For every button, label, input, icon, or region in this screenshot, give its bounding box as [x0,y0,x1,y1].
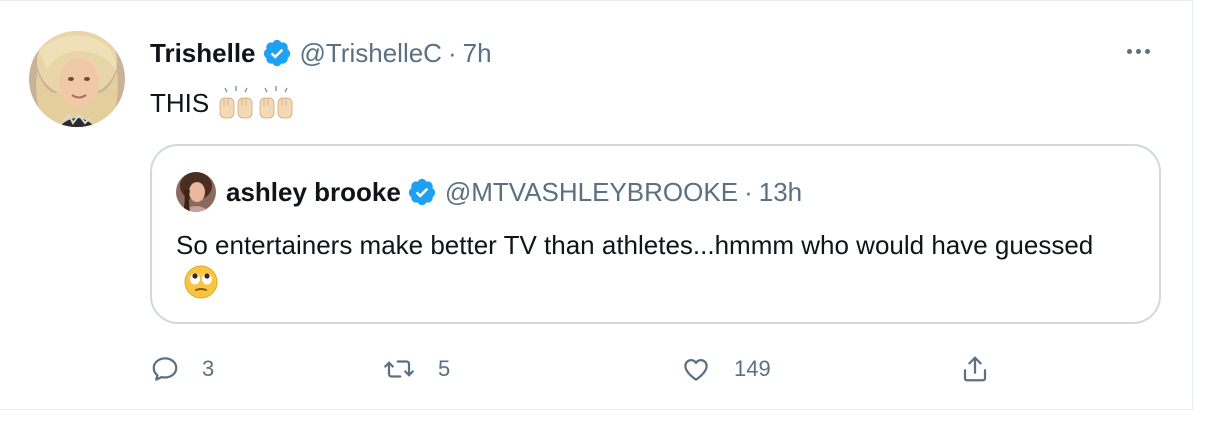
heart-icon [684,359,708,381]
author-avatar[interactable] [29,31,125,127]
separator-dot: · [744,176,753,207]
author-handle[interactable]: @TrishelleC [300,38,442,69]
quoted-author-avatar[interactable] [176,172,216,212]
retweet-icon [384,360,414,378]
quoted-tweet[interactable]: ashley brooke @MTVASHLEYBROOKE · 13h So … [150,144,1161,324]
share-button[interactable] [960,347,990,391]
quoted-tweet-body: So entertainers make better TV than athl… [176,230,1094,260]
share-icon [963,356,987,382]
quoted-tweet-timestamp[interactable]: 13h [759,177,802,208]
tweet-timestamp[interactable]: 7h [463,38,492,69]
reply-button[interactable]: 3 [150,347,214,391]
reply-icon [152,357,178,381]
verified-badge-icon [407,177,437,207]
retweet-button[interactable]: 5 [382,347,450,391]
quoted-tweet-text: So entertainers make better TV than athl… [176,226,1106,310]
raised-hands-icon [259,86,293,119]
verified-badge-icon [262,38,292,68]
like-button[interactable]: 149 [680,347,771,391]
reply-count: 3 [202,356,215,381]
quoted-tweet-header: ashley brooke @MTVASHLEYBROOKE · 13h [176,170,802,214]
raised-hands-icon [219,86,253,119]
tweet-body: THIS [150,87,210,118]
raised-hands-emoji [217,86,295,120]
more-dot [1135,48,1141,54]
tweet-header: Trishelle @TrishelleC · 7h [150,33,492,73]
more-dot [1144,48,1150,54]
tweet-card[interactable]: Trishelle @TrishelleC · 7h THIS ashley b… [0,0,1193,410]
quoted-author-handle[interactable]: @MTVASHLEYBROOKE [445,177,738,208]
more-dot [1126,48,1132,54]
retweet-count: 5 [438,356,451,381]
quoted-author-name[interactable]: ashley brooke [226,177,401,208]
separator-dot: · [447,37,457,68]
tweet-text: THIS [150,83,295,123]
more-icon[interactable] [1118,39,1158,63]
tweet-actions: 3 5 149 [150,347,1010,391]
face-with-rolling-eyes-emoji [184,265,218,310]
like-count: 149 [734,356,771,381]
author-name[interactable]: Trishelle [150,38,256,69]
